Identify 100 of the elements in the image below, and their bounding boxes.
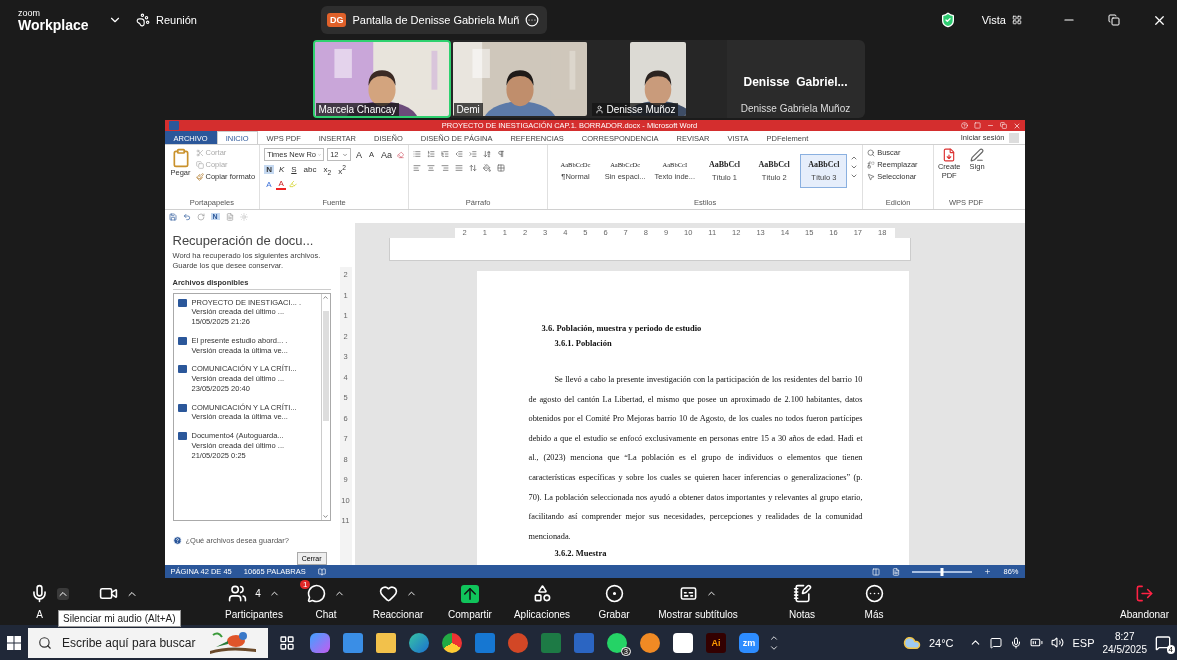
save-icon[interactable] [168,212,177,221]
more-icon [864,584,884,603]
font-button[interactable]: A [353,149,364,160]
mic-icon [30,584,49,603]
align-left-icon[interactable] [413,164,422,172]
font-color-button[interactable]: A [276,178,286,190]
help-icon[interactable] [960,122,968,129]
body-paragraph: Se llevó a cabo la presente investigación con la participación de los residentes del barrio 10 de agosto del cantón La Libertad, el mismo que posee un aproximado de 2.100 habitantes, datos obtenidos por el Comité Pro Mejoras barrio 10 de Agosto, de los cuales no todos fueron partícipes debido a que el estudio se enfocó exclusivamente en personas entre 15 a 30 años de edad. Hadi et al., (2023) menciona que “La población es el grupo de individuos o elementos que tienen características específicas y sobre los cuales se quieren hacer inferencias o generalizaciones” (p. 70). La población seleccionada nos ayudó a obtener datos importantes y relevantes al grupo etario, facilitando así comprender mejor sus necesidades, percepciones y realidades de la comunidad mencionada. [528,374,863,543]
more-icon[interactable] [525,13,540,27]
pdf-icon [942,148,957,162]
word-file-icon [177,298,187,307]
format-button[interactable]: x$_{2}$ [321,164,334,176]
audio-menu-caret[interactable] [57,587,69,600]
more-button[interactable]: Más [838,583,910,620]
notification-badge: 1 [300,579,311,589]
windows-icon [7,635,21,650]
clock[interactable]: 8:27 24/5/2025 [1102,629,1147,656]
illustrator-app-button[interactable]: Ai [703,627,729,658]
language-indicator[interactable]: ESP [1072,636,1095,649]
scroll-up-icon[interactable] [850,154,859,162]
record-button[interactable]: Grabar [578,583,650,620]
eraser-icon[interactable] [397,150,405,159]
notes-icon [792,584,812,603]
chat-icon [307,584,326,603]
format-button[interactable]: N [264,165,274,175]
heart-icon [379,584,398,603]
chat-tray-icon[interactable] [990,636,1003,649]
word-file-icon [177,403,187,412]
brand-small-text: zoom [18,8,41,18]
more-styles-icon[interactable] [850,172,859,180]
leave-button[interactable]: Abandonar [1120,583,1169,620]
search-icon [867,148,876,157]
participants-button[interactable]: 4 Participantes [218,583,290,620]
participants-icon [228,584,248,603]
undo-icon[interactable] [182,212,191,221]
scissors-icon [195,148,204,157]
record-icon [604,584,624,603]
font-color-button[interactable]: A [264,179,274,189]
ribbon-options-icon[interactable] [973,122,981,129]
proofing-icon[interactable] [317,567,326,576]
view-button[interactable]: Vista [977,12,1026,28]
audio-button[interactable]: A [30,583,49,620]
react-button[interactable]: Reaccionar [362,583,434,620]
line-spacing-icon[interactable] [469,164,478,172]
word-logo-icon [574,632,594,653]
format-button[interactable]: abc [301,165,319,175]
mic-tray-icon[interactable] [1010,636,1023,649]
align-right-icon[interactable] [441,164,450,172]
screen-share-pill[interactable]: DG Pantalla de Denisse Gabriela Muñ [321,6,548,34]
justify-icon[interactable] [455,164,464,172]
app-name: Workplace [18,17,90,32]
multilevel-list-icon[interactable] [441,150,450,158]
powerpoint-logo-icon [508,632,528,653]
avatar-icon [594,105,604,114]
outlook-logo-icon [475,632,495,653]
style-sample: AaBbCcl [758,160,790,169]
share-button[interactable]: Compartir [434,583,506,620]
app-logo: Ai [706,632,726,653]
help-icon [172,535,182,545]
minimize-icon[interactable] [986,122,994,129]
initials-avatar: DG [327,13,347,27]
notifications-button[interactable]: 4 [1155,634,1171,651]
pen-icon [970,148,985,162]
zoom-in-icon[interactable] [984,568,992,575]
replace-icon [867,160,876,169]
shading-icon[interactable] [483,164,492,172]
style-sample: AaBbCcl [708,160,741,169]
paw-icon [136,13,150,27]
pilcrow-icon[interactable] [497,150,506,158]
print-layout-icon[interactable] [892,567,901,576]
zoom-thumb[interactable] [941,567,944,576]
indent-icon[interactable] [469,150,478,158]
zoom-slider[interactable] [912,570,973,573]
explorer-logo-icon [376,632,396,653]
align-center-icon[interactable] [427,164,436,172]
notes-button[interactable]: Notas [766,583,838,620]
task-view-icon [279,634,295,651]
speaker-icon[interactable] [1051,636,1065,649]
outdent-icon[interactable] [455,150,464,158]
sort-icon[interactable] [483,150,492,158]
restore-icon[interactable] [1108,14,1120,26]
account-avatar [1008,132,1019,143]
meeting-button[interactable]: Reunión [132,11,201,29]
notification-icon [1155,634,1171,651]
bullets-icon[interactable] [413,150,422,158]
scroll-down-icon[interactable] [850,163,859,171]
apps-button[interactable]: Aplicaciones [506,583,578,620]
app-logo: zm [739,632,759,653]
captions-button[interactable]: Mostrar subtítulos [650,583,746,620]
participant-count: 4 [255,588,261,599]
participant-name: Denisse Gabriela Muñoz [740,103,851,114]
borders-icon[interactable] [497,164,506,172]
format-button[interactable]: K [276,165,287,175]
format-button[interactable]: S [289,165,299,175]
format-button[interactable]: x$^{2}$ [336,164,348,176]
font-button[interactable]: Aa [379,149,394,160]
numbering-icon[interactable] [427,150,436,158]
battery-icon[interactable] [1030,636,1044,649]
taskbar-search-field[interactable]: Escribe aquí para buscar [28,627,268,658]
read-mode-icon[interactable] [872,567,881,576]
